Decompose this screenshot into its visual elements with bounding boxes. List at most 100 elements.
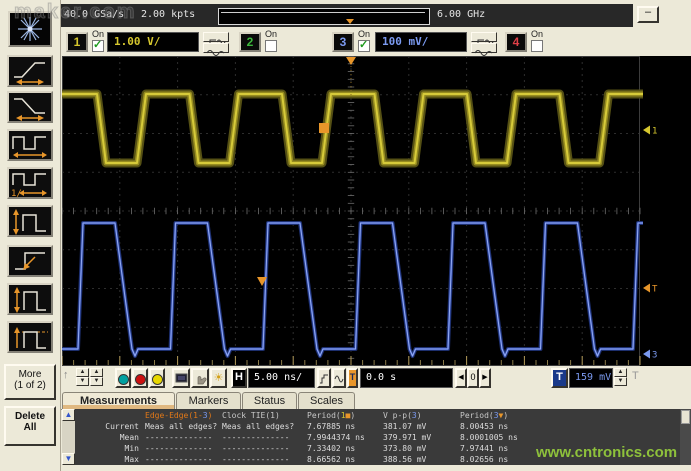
- channel-1-button[interactable]: 1: [66, 32, 88, 52]
- column-header: Period(1■): [307, 410, 383, 421]
- channel-1-scale-value: 1.00 V/: [114, 35, 160, 48]
- spin-down-button[interactable]: ▼: [76, 377, 89, 386]
- color-yellow-button[interactable]: [149, 368, 165, 388]
- trigger-position-value: 0.0 s: [366, 372, 396, 383]
- scroll-thumb[interactable]: [681, 410, 690, 424]
- row-label: Min: [75, 443, 145, 454]
- channel-2-on-group: On: [265, 29, 285, 52]
- preview-waveform: [219, 9, 427, 22]
- scope-graticule: 1T3: [62, 56, 691, 366]
- touch-button[interactable]: [191, 368, 209, 388]
- scroll-up-button[interactable]: ▲: [62, 409, 75, 421]
- trigger-setup-button[interactable]: T: [551, 368, 568, 388]
- timebase-value: 5.00 ns/: [254, 372, 302, 383]
- spin-up-button[interactable]: ▲: [90, 368, 103, 377]
- fall-time-icon: [9, 93, 51, 121]
- brightness-button[interactable]: ☀: [210, 368, 227, 388]
- measurement-value: 8.02656 ns: [460, 454, 555, 465]
- table-row[interactable]: Mean----------------------------7.994437…: [75, 432, 555, 443]
- horizontal-setup-button[interactable]: H: [231, 368, 247, 388]
- delete-label-line2: All: [6, 422, 54, 433]
- scroll-down-button[interactable]: ▼: [62, 453, 75, 465]
- yellow-circle-icon: [152, 374, 163, 385]
- channel-2-button[interactable]: 2: [239, 32, 261, 52]
- meas-v-top-button[interactable]: [7, 321, 53, 353]
- channel-3-button[interactable]: 3: [332, 32, 354, 52]
- meas-pos-width-button[interactable]: [7, 205, 53, 237]
- scale-spinner: ▲ ▼: [90, 368, 103, 388]
- channel-1-coupling-top-button[interactable]: [203, 32, 229, 42]
- pos-width-icon: [9, 207, 51, 235]
- trigger-level-value: 159 mV: [575, 372, 611, 383]
- color-teal-button[interactable]: [115, 368, 131, 388]
- measurements-right-scrollbar[interactable]: [680, 409, 691, 465]
- measurements-table: Edge-Edge(1-3)Clock TIE(1)Period(1■)V p-…: [75, 410, 555, 465]
- meas-rise-time-button[interactable]: [7, 55, 53, 87]
- measurements-left-scrollbar[interactable]: ▲ ▼: [62, 409, 75, 465]
- scope-display[interactable]: 1T3: [62, 56, 691, 366]
- channel-3-scale-field[interactable]: 100 mV/: [375, 32, 467, 52]
- color-red-button[interactable]: [132, 368, 148, 388]
- tab-markers[interactable]: Markers: [176, 392, 241, 409]
- channel-3-coupling-bottom-button[interactable]: [471, 43, 497, 53]
- measurement-value: 381.07 mV: [383, 421, 460, 432]
- channel-3-coupling-top-button[interactable]: [471, 32, 497, 42]
- meas-frequency-button[interactable]: 1/: [7, 167, 53, 199]
- svg-text:1: 1: [652, 127, 657, 137]
- channel-2-on-checkbox[interactable]: [265, 40, 277, 52]
- meas-fall-time-button[interactable]: [7, 91, 53, 123]
- trigger-level-spinner: ▲ ▼: [614, 368, 627, 388]
- tab-measurements[interactable]: Measurements: [62, 392, 175, 409]
- tab-status[interactable]: Status: [242, 392, 297, 409]
- hand-icon: [194, 373, 207, 385]
- logo-button[interactable]: [8, 11, 52, 47]
- minimize-glyph: –: [645, 6, 651, 18]
- timebase-field[interactable]: 5.00 ns/: [248, 368, 315, 388]
- channel-4-on-group: On: [531, 29, 551, 52]
- trigger-level-field[interactable]: 159 mV: [569, 368, 613, 388]
- more-measurements-button[interactable]: More (1 of 2): [4, 364, 56, 400]
- table-header-row[interactable]: Edge-Edge(1-3)Clock TIE(1)Period(1■)V p-…: [75, 410, 555, 421]
- display-button[interactable]: [172, 368, 190, 388]
- table-row[interactable]: Min----------------------------7.33402 n…: [75, 443, 555, 454]
- column-header: Clock TIE(1): [222, 410, 307, 421]
- sampling-mode-button[interactable]: [317, 368, 331, 388]
- meas-delay-button[interactable]: [7, 245, 53, 277]
- spin-up-button[interactable]: ▲: [614, 368, 627, 377]
- delay-icon: [9, 247, 51, 275]
- channel-1-scale-field[interactable]: 1.00 V/: [107, 32, 199, 52]
- spin-up-button[interactable]: ▲: [76, 368, 89, 377]
- table-row[interactable]: CurrentMeas all edges?Meas all edges?7.6…: [75, 421, 555, 432]
- nudge-zero-button[interactable]: 0: [467, 368, 479, 388]
- tab-scales[interactable]: Scales: [298, 392, 355, 409]
- tab-status-label: Status: [254, 395, 285, 407]
- delete-all-button[interactable]: Delete All: [4, 406, 56, 446]
- meas-amplitude-button[interactable]: [7, 283, 53, 315]
- measurement-value: Meas all edges?: [145, 421, 222, 432]
- trigger-tag-button[interactable]: T: [347, 368, 358, 388]
- nudge-right-button[interactable]: ▶: [479, 368, 491, 388]
- trigger-position-field[interactable]: 0.0 s: [360, 368, 453, 388]
- teal-circle-icon: [118, 374, 129, 385]
- spin-down-button[interactable]: ▼: [90, 377, 103, 386]
- channel-1-on-checkbox[interactable]: [92, 40, 104, 52]
- tab-scales-label: Scales: [310, 395, 343, 407]
- minimize-button[interactable]: –: [637, 6, 659, 23]
- far-trigger-indicator: T: [632, 370, 639, 382]
- amplitude-icon: [9, 285, 51, 313]
- svg-text:3: 3: [652, 351, 657, 361]
- spin-down-button[interactable]: ▼: [614, 377, 627, 386]
- h-label: H: [235, 371, 243, 383]
- channel-4-on-checkbox[interactable]: [531, 40, 543, 52]
- nudge-left-button[interactable]: ◀: [455, 368, 467, 388]
- channel-4-button[interactable]: 4: [505, 32, 527, 52]
- acquisition-preview-bar[interactable]: [218, 8, 430, 25]
- channel-1-coupling-bottom-button[interactable]: [203, 43, 229, 53]
- table-row[interactable]: Max----------------------------8.66562 n…: [75, 454, 555, 465]
- smooth-wave-button[interactable]: [332, 368, 346, 388]
- meas-period-button[interactable]: [7, 129, 53, 161]
- more-label-line1: More: [6, 369, 54, 380]
- marker-up-icon: ↑: [63, 369, 69, 381]
- channel-3-on-checkbox[interactable]: [358, 40, 370, 52]
- bandwidth-readout: 6.00 GHz: [437, 9, 485, 20]
